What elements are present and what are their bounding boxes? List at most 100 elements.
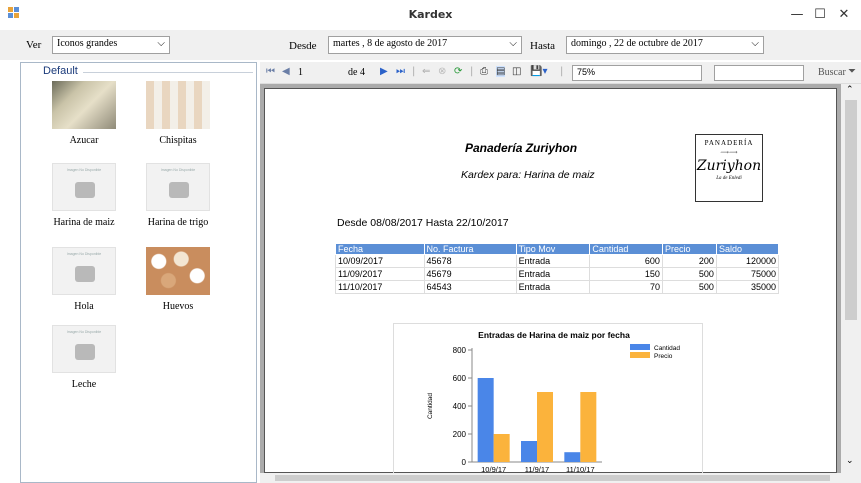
desde-label: Desde bbox=[289, 40, 317, 52]
list-item-chispitas[interactable]: Chispitas bbox=[133, 81, 223, 146]
toolbar-overflow-icon[interactable]: ⏷ bbox=[848, 66, 856, 77]
item-label: Chispitas bbox=[159, 135, 197, 146]
refresh-icon[interactable]: ⟳ bbox=[454, 66, 462, 77]
next-page-icon[interactable]: ▶ bbox=[380, 66, 388, 77]
scroll-up-icon[interactable]: ⌃ bbox=[846, 85, 854, 95]
report-page: Panadería Zuriyhon Kardex para: Harina d… bbox=[264, 88, 837, 475]
table-cell: 70 bbox=[589, 280, 663, 294]
buscar-button[interactable]: Buscar bbox=[818, 67, 846, 78]
group-title: Default bbox=[43, 65, 78, 77]
item-label: Azucar bbox=[69, 135, 99, 146]
y-tick-label: 800 bbox=[453, 346, 467, 355]
bakery-logo: PANADERÍA ⟿⟿ Zuriyhon La de Enledi bbox=[695, 134, 763, 202]
table-cell: 500 bbox=[661, 280, 717, 294]
bar-cantidad bbox=[477, 378, 494, 462]
table-cell: 120000 bbox=[715, 254, 780, 268]
desde-date-picker[interactable]: martes , 8 de agosto de 2017 ⌵ bbox=[328, 36, 522, 54]
company-name: Panadería Zuriyhon bbox=[465, 141, 578, 155]
toolbar-separator: | bbox=[470, 66, 474, 77]
table-cell: 75000 bbox=[715, 267, 780, 281]
no-image-placeholder-icon: Imagen No Disponible bbox=[146, 163, 210, 211]
bar-precio bbox=[493, 434, 510, 462]
chevron-down-icon: ⌵ bbox=[157, 38, 165, 49]
title-bar: Kardex — ☐ ✕ bbox=[0, 0, 861, 30]
view-mode-select[interactable]: Iconos grandes ⌵ bbox=[52, 36, 170, 54]
table-cell: 45679 bbox=[423, 267, 517, 281]
list-item-azucar[interactable]: Azucar bbox=[39, 81, 129, 146]
page-setup-icon[interactable]: ◫ bbox=[512, 66, 521, 77]
column-header: Saldo bbox=[715, 243, 780, 255]
desde-date-value: martes , 8 de agosto de 2017 bbox=[333, 38, 448, 49]
table-cell: 500 bbox=[661, 267, 717, 281]
kardex-table: Fecha No. Factura Tipo Mov Cantidad Precio Sa… bbox=[335, 243, 780, 294]
item-label: Harina de trigo bbox=[147, 217, 209, 228]
chevron-down-icon: ⌵ bbox=[751, 38, 759, 49]
column-header: No. Factura bbox=[423, 243, 517, 255]
hasta-date-value: domingo , 22 de octubre de 2017 bbox=[571, 38, 703, 49]
bar-precio bbox=[580, 392, 597, 462]
hasta-label: Hasta bbox=[530, 40, 556, 52]
first-page-icon[interactable]: ⏮ bbox=[266, 66, 275, 77]
list-item-harina-de-maiz[interactable]: Imagen No Disponible Harina de maiz bbox=[39, 163, 129, 228]
chart-frame: Entradas de Harina de maiz por fecha 0 200… bbox=[393, 323, 703, 475]
table-cell: Entrada bbox=[515, 254, 591, 268]
zoom-value: 75% bbox=[577, 67, 596, 77]
list-item-huevos[interactable]: Huevos bbox=[133, 247, 223, 312]
table-cell: 11/10/2017 bbox=[335, 280, 425, 294]
window-title: Kardex bbox=[408, 8, 453, 21]
close-button[interactable]: ✕ bbox=[834, 5, 854, 25]
table-row: 11/10/2017 64543 Entrada 70 500 35000 bbox=[335, 280, 780, 294]
list-item-leche[interactable]: Imagen No Disponible Leche bbox=[39, 325, 129, 390]
last-page-icon[interactable]: ⏭ bbox=[396, 66, 405, 77]
hasta-date-picker[interactable]: domingo , 22 de octubre de 2017 ⌵ bbox=[566, 36, 764, 54]
legend-entry: Precio bbox=[654, 353, 673, 360]
y-tick-label: 200 bbox=[453, 430, 467, 439]
table-cell: 35000 bbox=[715, 280, 780, 294]
y-tick-label: 600 bbox=[453, 374, 467, 383]
maximize-button[interactable]: ☐ bbox=[810, 5, 830, 25]
table-cell: 45678 bbox=[423, 254, 517, 268]
bar-cantidad bbox=[521, 441, 537, 462]
eggs-image bbox=[146, 247, 210, 295]
vertical-scroll-thumb[interactable] bbox=[845, 100, 857, 320]
zoom-select[interactable]: 75% bbox=[572, 65, 702, 81]
sprinkles-image bbox=[146, 81, 210, 129]
product-list-panel: Default Azucar Chispitas Imagen No Dispo… bbox=[20, 62, 257, 483]
table-cell: Entrada bbox=[515, 267, 591, 281]
no-image-placeholder-icon: Imagen No Disponible bbox=[52, 247, 116, 295]
table-cell: 64543 bbox=[423, 280, 517, 294]
table-row: 11/09/2017 45679 Entrada 150 500 75000 bbox=[335, 267, 780, 281]
ver-label: Ver bbox=[26, 39, 42, 51]
horizontal-scroll-thumb[interactable] bbox=[275, 475, 830, 481]
print-layout-icon[interactable]: ▤ bbox=[496, 66, 506, 77]
group-divider bbox=[83, 72, 253, 73]
y-axis-label: Cantidad bbox=[427, 393, 434, 419]
page-number-input[interactable]: 1 bbox=[298, 67, 303, 78]
search-input[interactable] bbox=[714, 65, 804, 81]
item-label: Hola bbox=[74, 301, 94, 312]
minimize-button[interactable]: — bbox=[787, 5, 807, 25]
previous-page-icon[interactable]: ◀ bbox=[282, 66, 290, 77]
report-toolbar: ⏮ ◀ 1 de 4 ▶ ⏭ | ⇐ ⊗ ⟳ | ⎙ ▤ ◫ 💾▾ | 75% … bbox=[260, 62, 861, 84]
sugar-image bbox=[52, 81, 116, 129]
export-icon[interactable]: 💾▾ bbox=[530, 66, 547, 77]
column-header: Precio bbox=[661, 243, 717, 255]
y-tick-label: 400 bbox=[453, 402, 467, 411]
view-mode-value: Iconos grandes bbox=[57, 38, 118, 49]
no-image-placeholder-icon: Imagen No Disponible bbox=[52, 325, 116, 373]
report-subtitle: Kardex para: Harina de maiz bbox=[461, 169, 595, 181]
table-cell: 10/09/2017 bbox=[335, 254, 425, 268]
stop-icon[interactable]: ⊗ bbox=[438, 66, 446, 77]
print-icon[interactable]: ⎙ bbox=[480, 66, 488, 77]
list-item-harina-de-trigo[interactable]: Imagen No Disponible Harina de trigo bbox=[133, 163, 223, 228]
page-count: de 4 bbox=[348, 67, 365, 78]
table-cell: Entrada bbox=[515, 280, 591, 294]
list-item-hola[interactable]: Imagen No Disponible Hola bbox=[39, 247, 129, 312]
legend-swatch bbox=[630, 344, 650, 350]
scroll-down-icon[interactable]: ⌄ bbox=[846, 456, 854, 466]
item-label: Harina de maiz bbox=[53, 217, 115, 228]
bar-precio bbox=[537, 392, 553, 462]
item-label: Huevos bbox=[162, 301, 194, 312]
chart-title: Entradas de Harina de maiz por fecha bbox=[478, 330, 630, 340]
back-icon[interactable]: ⇐ bbox=[422, 66, 430, 77]
